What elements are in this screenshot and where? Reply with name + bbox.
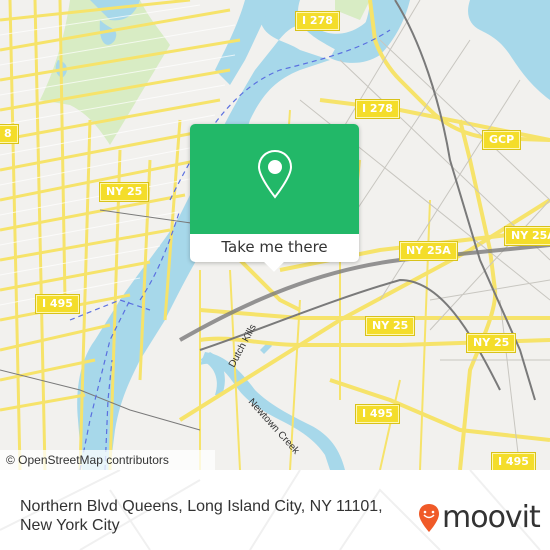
bay-ne bbox=[468, 0, 550, 100]
dutch-kills-label: Dutch Kills bbox=[227, 323, 259, 370]
address-text: Northern Blvd Queens, Long Island City, … bbox=[20, 498, 383, 534]
location-popup: Take me there bbox=[190, 124, 359, 272]
road-shield: NY 25 bbox=[364, 316, 416, 336]
road-shield: I 278 bbox=[355, 99, 400, 119]
map-attribution[interactable]: © OpenStreetMap contributors bbox=[0, 450, 215, 470]
moovit-logo[interactable]: moovit bbox=[418, 500, 541, 535]
road-shield: GCP bbox=[481, 130, 522, 150]
moovit-wordmark: moovit bbox=[442, 500, 541, 535]
moovit-pin-icon bbox=[419, 504, 439, 532]
road-shield: I 495 bbox=[491, 452, 536, 470]
road-shield: NY 25A bbox=[399, 241, 458, 261]
map-pin-icon bbox=[257, 149, 293, 199]
road-shield: NY 25 bbox=[98, 182, 150, 202]
road-shield: I 495 bbox=[355, 404, 400, 424]
road-shield: I 278 bbox=[295, 11, 340, 31]
popup-header bbox=[190, 124, 359, 234]
footer: Northern Blvd Queens, Long Island City, … bbox=[0, 470, 550, 550]
road-shield: NY 25 bbox=[465, 333, 517, 353]
map-view[interactable]: Dutch Kills Newtown Creek I 278 I 278 GC… bbox=[0, 0, 550, 470]
road-shield: 8 bbox=[0, 124, 19, 144]
road-shield: I 495 bbox=[35, 294, 80, 314]
road-shield: NY 25A bbox=[504, 226, 550, 246]
